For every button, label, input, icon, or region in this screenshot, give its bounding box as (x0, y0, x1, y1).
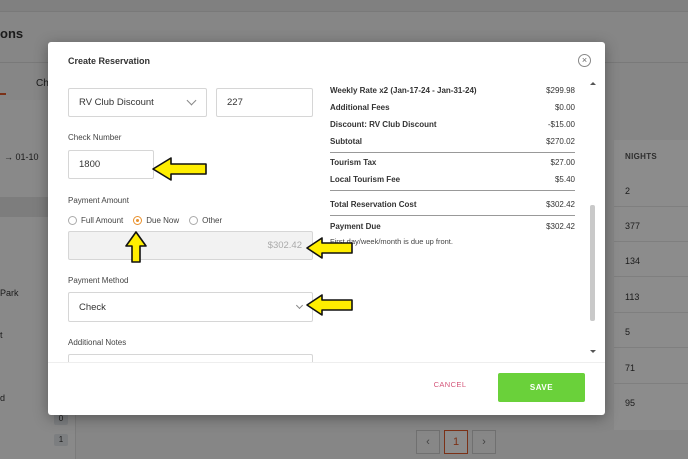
summary-value: $27.00 (550, 158, 575, 167)
discount-code-input[interactable]: 227 (216, 88, 313, 117)
discount-code-value: 227 (227, 97, 243, 108)
radio-other[interactable]: Other (189, 216, 222, 225)
cancel-button[interactable]: CANCEL (420, 380, 480, 394)
payment-amount-input: $302.42 (68, 231, 313, 260)
summary-label: Additional Fees (330, 103, 390, 112)
summary-value: $270.02 (546, 137, 575, 146)
summary-label: Discount: RV Club Discount (330, 120, 437, 129)
modal-title: Create Reservation (68, 56, 151, 66)
radio-full-amount[interactable]: Full Amount (68, 216, 123, 225)
annotation-arrow-left-icon (306, 294, 353, 316)
annotation-arrow-up-icon (125, 231, 147, 263)
radio-due-now[interactable]: Due Now (133, 216, 179, 225)
radio-unchecked-icon (68, 216, 77, 225)
payment-amount-options: Full Amount Due Now Other (68, 216, 232, 225)
discount-select-value: RV Club Discount (79, 97, 154, 108)
summary-row: Discount: RV Club Discount -$15.00 (330, 120, 575, 129)
radio-checked-icon (133, 216, 143, 225)
additional-notes-label: Additional Notes (68, 338, 127, 347)
summary-row: Local Tourism Fee $5.40 (330, 175, 575, 184)
annotation-arrow-left-icon (152, 157, 207, 181)
chevron-down-icon (295, 301, 304, 310)
summary-label: Total Reservation Cost (330, 200, 417, 209)
payment-amount-label: Payment Amount (68, 196, 129, 205)
payment-method-value: Check (79, 301, 106, 313)
summary-row: Tourism Tax $27.00 (330, 158, 575, 167)
summary-value: $302.42 (546, 222, 575, 231)
summary-value: $0.00 (554, 103, 575, 112)
radio-label: Full Amount (81, 216, 124, 225)
discount-select[interactable]: RV Club Discount (68, 88, 207, 117)
check-number-label: Check Number (68, 133, 122, 142)
summary-value: $5.40 (554, 175, 575, 184)
radio-unchecked-icon (189, 216, 199, 225)
summary-label: Tourism Tax (330, 158, 377, 167)
summary-divider (330, 190, 575, 191)
create-reservation-modal: Create Reservation × RV Club Discount 22… (48, 42, 605, 415)
summary-value: $299.98 (546, 86, 575, 95)
save-button[interactable]: SAVE (498, 373, 585, 402)
radio-label: Due Now (146, 216, 180, 225)
annotation-arrow-left-icon (306, 237, 353, 259)
scroll-up-icon[interactable] (590, 82, 596, 85)
summary-row: Additional Fees $0.00 (330, 103, 575, 112)
check-number-input[interactable]: 1800 (68, 150, 154, 179)
summary-row: Payment Due $302.42 (330, 222, 575, 231)
footer-divider (48, 362, 605, 363)
cost-summary: Weekly Rate x2 (Jan-17-24 - Jan-31-24) $… (330, 82, 575, 358)
summary-value: -$15.00 (547, 120, 575, 129)
summary-divider (330, 215, 575, 216)
summary-row: Subtotal $270.02 (330, 137, 575, 146)
summary-scrollbar-thumb[interactable] (590, 205, 595, 321)
summary-label: Payment Due (330, 222, 381, 231)
close-icon[interactable]: × (578, 54, 591, 67)
additional-notes-input[interactable] (68, 354, 313, 362)
summary-row: Total Reservation Cost $302.42 (330, 200, 575, 209)
summary-divider (330, 152, 575, 153)
radio-label: Other (202, 216, 223, 225)
summary-label: Local Tourism Fee (330, 175, 401, 184)
summary-value: $302.42 (546, 200, 575, 209)
summary-row: Weekly Rate x2 (Jan-17-24 - Jan-31-24) $… (330, 86, 575, 95)
payment-amount-value: $302.42 (267, 240, 302, 251)
payment-method-label: Payment Method (68, 276, 129, 285)
summary-label: Subtotal (330, 137, 362, 146)
chevron-down-icon (186, 95, 197, 106)
payment-method-select[interactable]: Check (68, 292, 313, 322)
check-number-value: 1800 (79, 159, 101, 170)
scroll-down-icon[interactable] (590, 350, 596, 353)
summary-label: Weekly Rate x2 (Jan-17-24 - Jan-31-24) (330, 86, 477, 95)
